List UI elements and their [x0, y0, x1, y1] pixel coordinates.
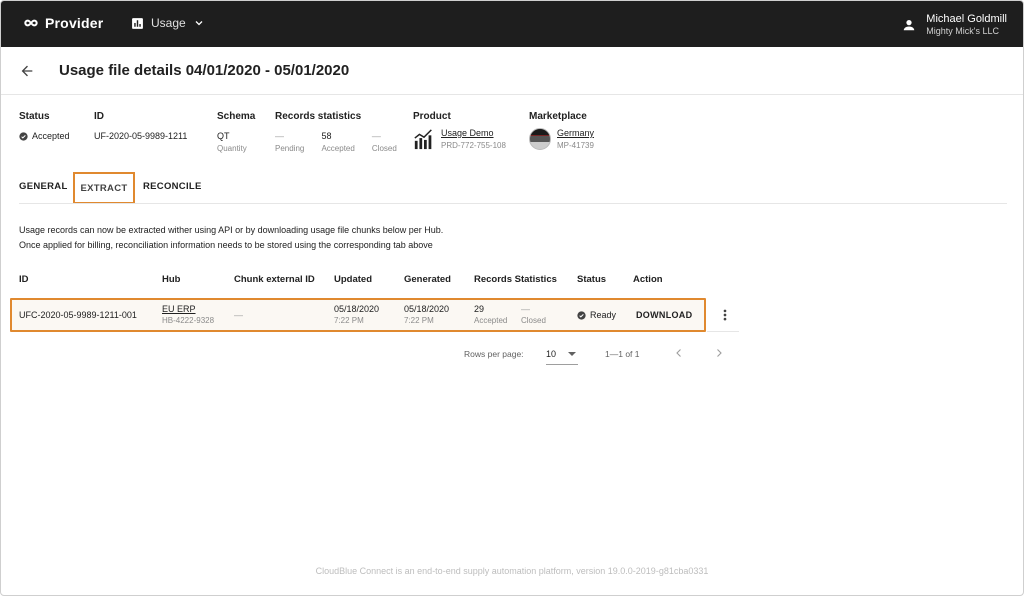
rows-per-page-value: 10 [546, 349, 557, 359]
schema-label: Schema [217, 111, 256, 122]
chunk-external-id-value: — [234, 310, 243, 320]
chunk-id: UFC-2020-05-9989-1211-001 [19, 310, 137, 320]
bar-chart-icon [132, 17, 143, 29]
status-label: Status [19, 111, 50, 122]
generated-cell: 05/18/2020 7:22 PM [404, 304, 449, 325]
page-header: Usage file details 04/01/2020 - 05/01/20… [1, 48, 1023, 95]
extract-description: Usage records can now be extracted withe… [19, 223, 443, 253]
tab-general[interactable]: GENERAL [19, 172, 67, 204]
records-accepted-cell: 29 Accepted [474, 304, 507, 325]
records-closed-label: Closed [521, 316, 546, 325]
brand-name: Provider [45, 15, 104, 31]
records-label: Records statistics [275, 111, 362, 122]
col-action: Action [633, 274, 663, 285]
brand[interactable]: Provider [23, 15, 103, 31]
schema-value: QT [217, 131, 230, 141]
user-menu[interactable]: Michael Goldmill Mighty Mick's LLC [902, 13, 1007, 37]
usage-file-summary: Status Accepted ID UF-2020-05-9989-1211 … [1, 95, 1023, 167]
col-id: ID [19, 274, 29, 285]
schema-sub: Quantity [217, 144, 247, 153]
chevron-right-icon[interactable] [713, 347, 725, 359]
tab-extract[interactable]: EXTRACT [73, 172, 135, 204]
records-accepted-value: 29 [474, 304, 485, 314]
app-window: Provider Usage Michael Goldmill Mighty M… [0, 0, 1024, 596]
stat-accepted-value: 58 [321, 131, 332, 141]
tabs-divider [19, 203, 1007, 204]
stat-pending-value: — [275, 131, 284, 141]
top-bar: Provider Usage Michael Goldmill Mighty M… [1, 1, 1023, 47]
rows-per-page-label: Rows per page: [464, 349, 524, 359]
records-closed-cell: — Closed [521, 304, 546, 325]
id-value: UF-2020-05-9989-1211 [94, 131, 188, 141]
infinity-logo-icon [24, 19, 38, 27]
updated-time: 7:22 PM [334, 316, 364, 325]
check-circle-icon [577, 310, 586, 320]
status-value: Accepted [32, 131, 70, 141]
chunks-table-header: ID Hub Chunk external ID Updated Generat… [1, 271, 741, 289]
col-hub: Hub [162, 274, 181, 285]
product-label: Product [413, 111, 451, 122]
description-line-2: Once applied for billing, reconciliation… [19, 240, 433, 250]
stat-pending-label: Pending [275, 144, 305, 153]
stat-closed-value: — [371, 131, 381, 141]
footer-text: CloudBlue Connect is an end-to-end suppl… [315, 566, 709, 576]
updated-date: 05/18/2020 [334, 304, 380, 314]
chevron-left-icon[interactable] [673, 347, 685, 359]
stat-closed: — Closed [372, 131, 397, 153]
more-vert-icon[interactable] [720, 308, 730, 322]
records-accepted-label: Accepted [474, 316, 508, 325]
records-statistics-field: Records statistics — Pending 58 Accepted… [275, 111, 407, 153]
tab-reconcile[interactable]: RECONCILE [143, 172, 203, 204]
generated-date: 05/18/2020 [404, 304, 450, 314]
rows-per-page-select[interactable]: 10 [546, 348, 578, 365]
back-arrow-icon[interactable] [19, 63, 35, 79]
col-status: Status [577, 274, 607, 285]
page-title: Usage file details 04/01/2020 - 05/01/20… [59, 62, 350, 79]
chevron-down-icon [195, 21, 203, 26]
col-generated: Generated [404, 274, 451, 285]
download-button[interactable]: DOWNLOAD [636, 310, 692, 320]
col-records-statistics: Records Statistics [474, 274, 557, 285]
stat-closed-label: Closed [371, 144, 397, 153]
nav-usage-menu[interactable]: Usage [131, 16, 205, 30]
status-ready: Ready [590, 310, 617, 320]
col-chunk-external-id: Chunk external ID [234, 274, 315, 285]
marketplace-link[interactable]: Germany [557, 128, 594, 138]
marketplace-id: MP-41739 [557, 141, 594, 150]
germany-flag-icon [529, 128, 551, 150]
hub-link[interactable]: EU ERP [162, 304, 214, 314]
user-name: Michael Goldmill [926, 13, 1007, 25]
records-closed-value: — [521, 304, 530, 314]
user-org: Mighty Mick's LLC [926, 26, 1000, 36]
updated-cell: 05/18/2020 7:22 PM [334, 304, 379, 325]
hub-id: HB-4222-9328 [162, 316, 215, 325]
product-field: Product Usage Demo PRD-772-755-108 [413, 111, 506, 150]
pagination: Rows per page: 10 1—1 of 1 [1, 348, 741, 368]
col-updated: Updated [334, 274, 372, 285]
id-field: ID UF-2020-05-9989-1211 [94, 111, 187, 141]
status-field: Status Accepted [19, 111, 70, 141]
generated-time: 7:22 PM [404, 316, 434, 325]
nav-usage-label: Usage [151, 16, 186, 30]
schema-field: Schema QT Quantity [217, 111, 255, 153]
stat-accepted-label: Accepted [321, 144, 355, 153]
product-link[interactable]: Usage Demo [441, 128, 506, 138]
product-id: PRD-772-755-108 [441, 141, 506, 150]
product-chart-icon [414, 129, 432, 150]
tab-bar: GENERAL EXTRACT RECONCILE [1, 172, 1023, 204]
table-row[interactable]: UFC-2020-05-9989-1211-001 EU ERP HB-4222… [10, 298, 706, 332]
hub-cell: EU ERP HB-4222-9328 [162, 304, 214, 325]
stat-accepted: 58 Accepted [321, 131, 357, 153]
description-line-1: Usage records can now be extracted withe… [19, 225, 444, 235]
marketplace-field: Marketplace Germany MP-41739 [529, 111, 594, 150]
check-circle-icon [19, 131, 28, 141]
status-cell: Ready [577, 310, 616, 320]
pagination-range: 1—1 of 1 [605, 349, 640, 359]
id-label: ID [94, 111, 104, 122]
person-icon [904, 20, 915, 31]
marketplace-label: Marketplace [529, 111, 587, 122]
stat-pending: — Pending [275, 131, 307, 153]
chunk-external-id: — [234, 310, 243, 320]
caret-down-icon [568, 352, 576, 356]
